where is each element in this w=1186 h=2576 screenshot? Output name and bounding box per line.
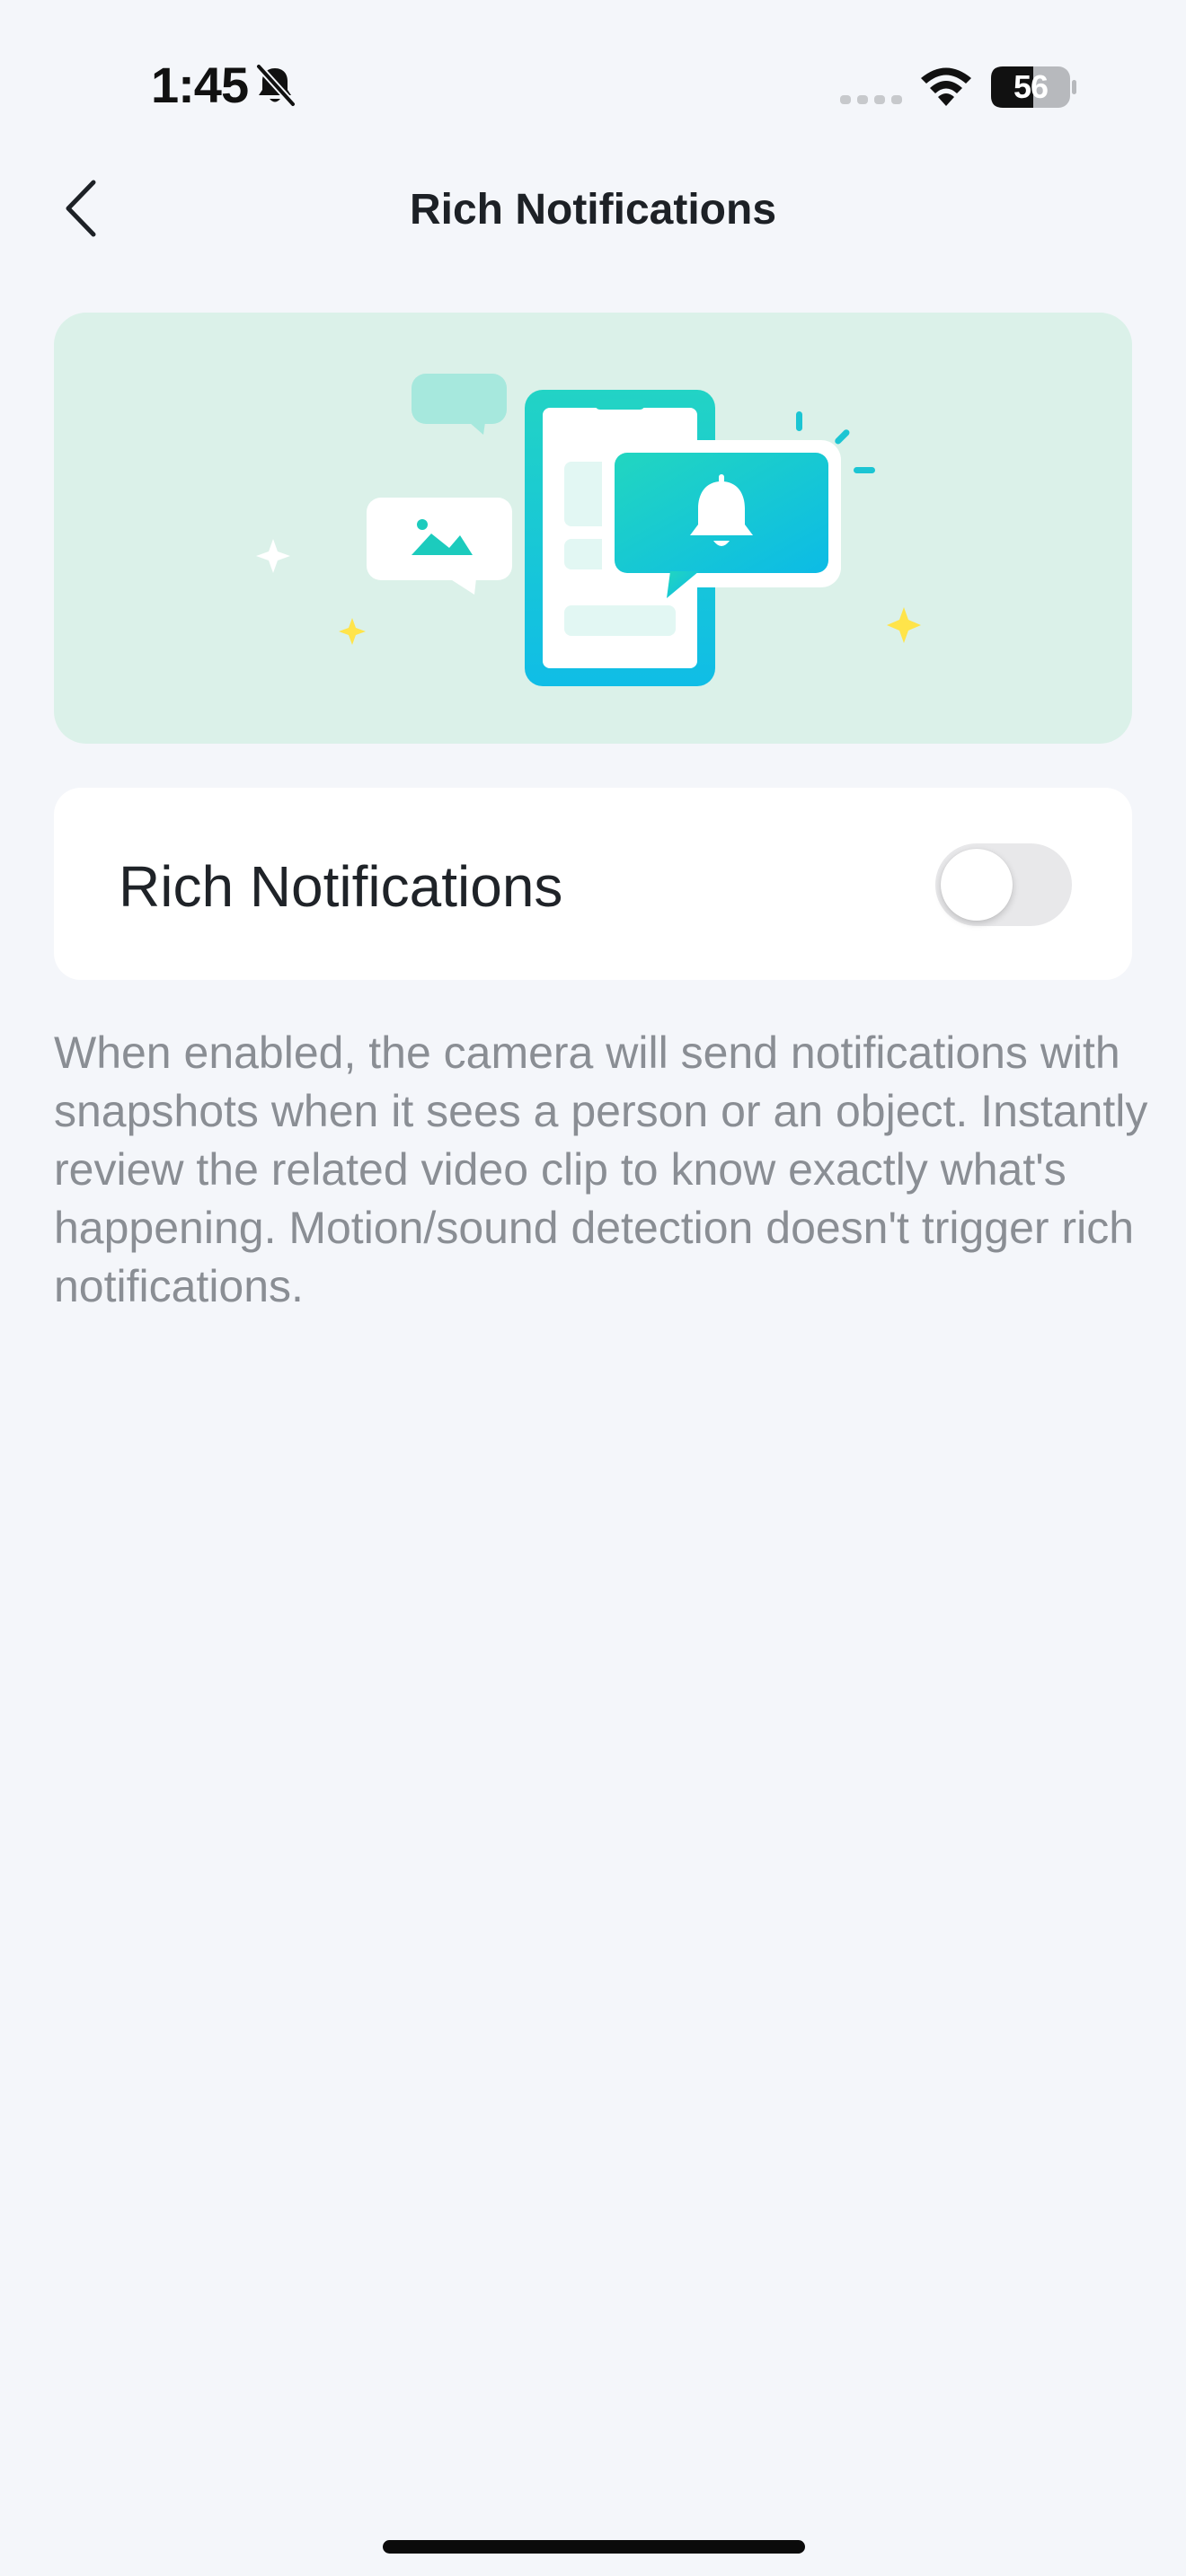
page-title: Rich Notifications <box>409 186 777 234</box>
cellular-signal-icon <box>840 95 902 104</box>
notification-illustration <box>256 374 921 686</box>
hero-illustration <box>54 313 1132 744</box>
sparkle-icon <box>339 618 366 645</box>
status-time: 1:45 <box>151 57 249 113</box>
battery-level: 56 <box>1013 68 1049 105</box>
sparkle-icon <box>256 539 290 573</box>
status-bar: 1:45 56 <box>0 0 1186 135</box>
bell-slash-icon <box>256 64 296 107</box>
sparkle-icon <box>887 607 921 643</box>
chat-bubble-icon <box>412 374 507 435</box>
setting-label: Rich Notifications <box>119 854 563 919</box>
toggle-knob <box>941 849 1013 921</box>
bell-notification-icon <box>602 440 841 598</box>
home-indicator[interactable] <box>383 2540 805 2554</box>
image-message-icon <box>367 498 512 595</box>
rich-notifications-toggle[interactable] <box>935 843 1072 926</box>
wifi-icon <box>921 67 971 106</box>
rich-notifications-setting: Rich Notifications <box>54 788 1132 980</box>
setting-description: When enabled, the camera will send notif… <box>54 1028 1148 1311</box>
